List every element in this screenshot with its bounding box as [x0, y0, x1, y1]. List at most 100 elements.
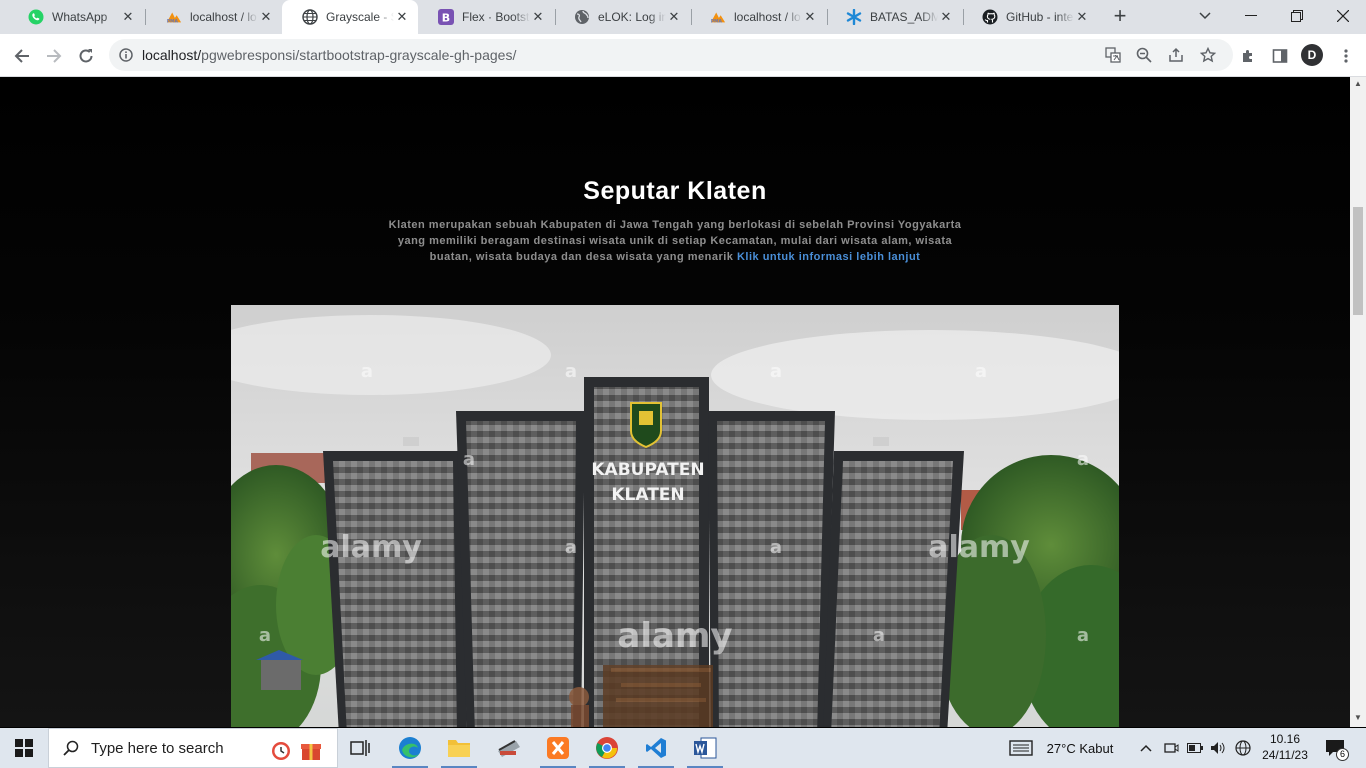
translate-button[interactable]: [1099, 41, 1127, 69]
watermark-small: a: [361, 361, 373, 382]
arrow-right-icon: [47, 49, 62, 63]
reload-icon: [79, 49, 93, 63]
browser-toolbar: localhost/pgwebresponsi/startbootstrap-g…: [0, 34, 1366, 77]
browser-tab[interactable]: PMA localhost / lo ✕: [146, 0, 282, 34]
whatsapp-icon: [28, 9, 44, 25]
watermark-small: a: [463, 449, 475, 470]
star-icon: [1200, 47, 1216, 63]
page-description: Klaten merupakan sebuah Kabupaten di Jaw…: [388, 219, 962, 263]
bookmark-button[interactable]: [1194, 41, 1222, 69]
browser-tab[interactable]: WhatsApp ✕: [8, 0, 144, 34]
profile-avatar[interactable]: D: [1301, 44, 1323, 66]
chevron-down-icon: [1199, 12, 1211, 20]
tab-close-icon[interactable]: ✕: [394, 9, 410, 25]
browser-tab[interactable]: B Flex · Bootstr ✕: [418, 0, 554, 34]
reload-button[interactable]: [72, 42, 100, 70]
scroll-up-icon[interactable]: ▲: [1353, 79, 1363, 88]
page-viewport: Seputar Klaten Klaten merupakan sebuah K…: [0, 77, 1350, 727]
word-icon: [694, 737, 717, 759]
tab-title: BATAS_ADMI: [870, 10, 938, 24]
taskbar-chrome[interactable]: [589, 728, 625, 768]
watermark-small: a: [873, 625, 885, 646]
restore-icon: [1291, 10, 1303, 22]
svg-text:PMA: PMA: [167, 18, 179, 24]
watermark-small: a: [565, 361, 577, 382]
taskbar-edge[interactable]: [392, 728, 428, 768]
tab-close-icon[interactable]: ✕: [666, 9, 682, 25]
edge-icon: [399, 737, 421, 759]
browser-tab[interactable]: eLOK: Log in ✕: [554, 0, 690, 34]
zoom-button[interactable]: [1130, 41, 1158, 69]
browser-tab[interactable]: GitHub - inte ✕: [962, 0, 1098, 34]
svg-text:B: B: [442, 12, 450, 25]
gift-icon: [301, 744, 321, 760]
browser-tab[interactable]: BATAS_ADMI ✕: [826, 0, 962, 34]
watermark-small: a: [975, 361, 987, 382]
notification-center-button[interactable]: 6: [1322, 728, 1349, 768]
phpmyadmin-icon: PMA: [710, 9, 726, 25]
restore-button[interactable]: [1274, 0, 1320, 32]
new-tab-button[interactable]: +: [1108, 5, 1132, 29]
vscode-icon: [646, 738, 666, 758]
task-view-icon: [350, 740, 370, 756]
tab-search-button[interactable]: [1182, 0, 1228, 32]
scrollbar-thumb[interactable]: [1353, 207, 1363, 315]
alarm-clock-icon: [272, 742, 290, 760]
browser-tab[interactable]: PMA localhost / lo ✕: [690, 0, 826, 34]
scroll-down-icon[interactable]: ▼: [1353, 713, 1363, 722]
clock[interactable]: 10.16 24/11/23: [1258, 731, 1312, 763]
side-panel-button[interactable]: [1266, 42, 1294, 70]
minimize-button[interactable]: [1228, 0, 1274, 32]
back-button[interactable]: [8, 42, 36, 70]
watermark-text: alamy: [617, 616, 732, 656]
tab-close-icon[interactable]: ✕: [1074, 9, 1090, 25]
page-scrollbar[interactable]: ▲ ▼: [1350, 77, 1366, 727]
browser-tab[interactable]: Grayscale - S ✕: [282, 0, 418, 34]
share-button[interactable]: [1162, 41, 1190, 69]
meet-now-icon[interactable]: [1162, 728, 1180, 768]
show-hidden-icons[interactable]: [1138, 728, 1154, 768]
tab-title: localhost / lo: [190, 10, 257, 24]
close-window-button[interactable]: [1320, 0, 1366, 32]
weather-text[interactable]: 27°C Kabut: [1040, 728, 1120, 768]
weather-widget-icon[interactable]: [1008, 728, 1034, 768]
klaten-monument-photo: KABUPATEN KLATEN alamy alamy alamy a a a…: [231, 305, 1119, 727]
tab-close-icon[interactable]: ✕: [120, 9, 136, 25]
task-view-button[interactable]: [344, 728, 376, 768]
taskbar-app-scanner[interactable]: [490, 728, 526, 768]
more-info-link[interactable]: Klik untuk informasi lebih lanjut: [737, 251, 920, 263]
watermark-small: a: [770, 537, 782, 558]
kebab-menu-icon: [1344, 49, 1348, 63]
bootstrap-icon: B: [438, 9, 454, 25]
tab-close-icon[interactable]: ✕: [258, 9, 274, 25]
forward-button[interactable]: [40, 42, 68, 70]
watermark-small: a: [770, 361, 782, 382]
battery-icon[interactable]: [1186, 728, 1204, 768]
tab-title: GitHub - inte: [1006, 10, 1074, 24]
language-globe-icon[interactable]: [1234, 728, 1252, 768]
tab-title: localhost / lo: [734, 10, 801, 24]
tab-close-icon[interactable]: ✕: [530, 9, 546, 25]
tab-title: Flex · Bootstr: [462, 10, 530, 24]
taskbar-search[interactable]: Type here to search: [48, 728, 338, 768]
page-title: Seputar Klaten: [583, 177, 767, 205]
folder-icon: [448, 740, 470, 757]
tab-close-icon[interactable]: ✕: [802, 9, 818, 25]
monument-text-line2: KLATEN: [611, 485, 684, 505]
taskbar-file-explorer[interactable]: [441, 728, 477, 768]
tab-close-icon[interactable]: ✕: [938, 9, 954, 25]
minimize-icon: [1245, 15, 1257, 16]
start-button[interactable]: [0, 728, 48, 768]
taskbar-xampp[interactable]: [540, 728, 576, 768]
menu-button[interactable]: [1332, 42, 1360, 70]
monument-text-line1: KABUPATEN: [591, 460, 704, 480]
arrow-left-icon: [14, 49, 29, 63]
windows-taskbar: Type here to search 27°C Kabut 10.16 24/…: [0, 728, 1366, 768]
extensions-button[interactable]: [1234, 42, 1262, 70]
address-bar[interactable]: localhost/pgwebresponsi/startbootstrap-g…: [109, 39, 1233, 71]
volume-icon[interactable]: [1209, 728, 1227, 768]
taskbar-word[interactable]: [687, 728, 723, 768]
watermark-text: alamy: [928, 530, 1030, 565]
taskbar-vscode[interactable]: [638, 728, 674, 768]
github-icon: [982, 9, 998, 25]
